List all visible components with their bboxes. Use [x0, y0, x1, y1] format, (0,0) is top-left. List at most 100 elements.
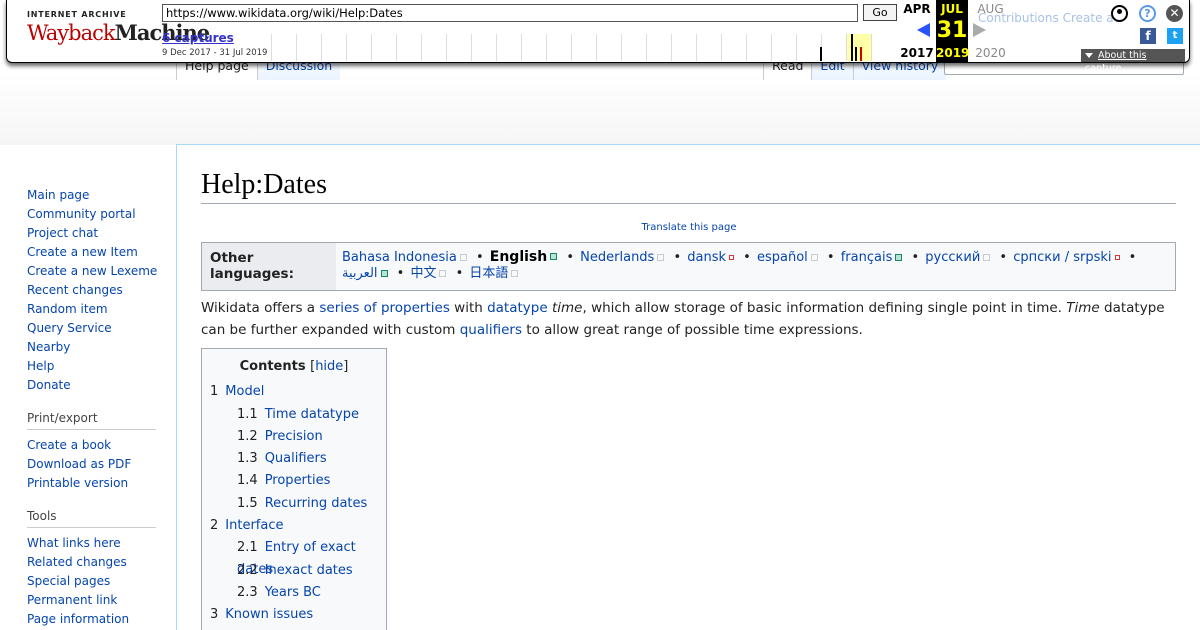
- prev-capture-arrow-icon[interactable]: [917, 23, 930, 37]
- toc-number: 1: [210, 384, 219, 399]
- toc-link[interactable]: Properties: [265, 473, 331, 488]
- sidebar-link[interactable]: Donate: [27, 378, 71, 392]
- toc-item[interactable]: 2.1 Entry of exact dates: [202, 537, 386, 577]
- sidebar-item-help: Help: [27, 357, 176, 376]
- toc-item[interactable]: 1.3 Qualifiers: [202, 448, 386, 470]
- qualifiers-link[interactable]: qualifiers: [460, 322, 522, 338]
- language-name: español: [756, 250, 808, 265]
- intro-emphasis: Time: [1066, 300, 1100, 316]
- sidebar-link[interactable]: Permanent link: [27, 593, 117, 607]
- toc-item[interactable]: 1.4 Properties: [202, 470, 386, 492]
- series-of-properties-link[interactable]: series of properties: [319, 300, 449, 316]
- translation-status-icon: [459, 253, 467, 261]
- close-icon[interactable]: ✕: [1166, 5, 1183, 22]
- sidebar-link[interactable]: Create a book: [27, 438, 111, 452]
- wayback-logo[interactable]: INTERNET ARCHIVE WaybackMachine: [27, 10, 210, 50]
- translation-status-icon: [983, 253, 991, 261]
- sidebar-link[interactable]: Special pages: [27, 574, 110, 588]
- sidebar-link[interactable]: Nearby: [27, 340, 70, 354]
- language-link-nederlands[interactable]: Nederlands: [580, 250, 667, 265]
- toc-item[interactable]: 1.5 Recurring dates: [202, 493, 386, 515]
- toc-hide-link[interactable]: hide: [315, 359, 343, 374]
- current-day: 31: [936, 18, 968, 43]
- toc-number: 2.1: [237, 540, 258, 556]
- toc-link[interactable]: Inexact dates: [265, 563, 353, 578]
- toc-item[interactable]: 1 Model: [202, 381, 386, 404]
- toc-link[interactable]: Recurring dates: [265, 496, 368, 511]
- language-link-bahasa-indonesia[interactable]: Bahasa Indonesia: [342, 250, 470, 265]
- bullet-separator: •: [1124, 250, 1137, 265]
- sidebar-link[interactable]: Help: [27, 359, 54, 373]
- facebook-icon[interactable]: f: [1140, 28, 1156, 44]
- toc-item[interactable]: 1.2 Precision: [202, 426, 386, 448]
- sidebar-print-export: Print/export Create a book Download as PD…: [27, 411, 176, 493]
- timeline-tick: [421, 34, 422, 61]
- language-link-item-10[interactable]: 日本語: [469, 266, 521, 281]
- sidebar-link[interactable]: Query Service: [27, 321, 112, 335]
- timeline-tick: [796, 34, 797, 61]
- sidebar-link[interactable]: Create a new Item: [27, 245, 138, 259]
- prev-capture-column[interactable]: APR 2017: [898, 0, 936, 63]
- help-icon[interactable]: ?: [1139, 5, 1156, 22]
- toc-link[interactable]: Precision: [265, 429, 323, 444]
- toc-link[interactable]: Years BC: [265, 585, 321, 600]
- go-button[interactable]: Go: [863, 4, 897, 21]
- toc-link[interactable]: Time datatype: [265, 407, 359, 422]
- language-name: русский: [925, 250, 981, 265]
- toc-link[interactable]: Interface: [225, 518, 283, 533]
- sidebar-link[interactable]: Download as PDF: [27, 457, 131, 471]
- language-name: français: [840, 250, 893, 265]
- language-name: Nederlands: [580, 250, 655, 265]
- sidebar-link[interactable]: Create a new Lexeme: [27, 264, 157, 278]
- sidebar-item-project-chat: Project chat: [27, 224, 176, 243]
- language-link-espa-ol[interactable]: español: [757, 250, 821, 265]
- table-of-contents: Contents [hide] 1 Model 1.1 Time datatype 1.…: [201, 348, 387, 630]
- toc-item[interactable]: 2.2 Inexact dates: [202, 560, 386, 582]
- toc-item[interactable]: 3 Known issues: [202, 604, 386, 627]
- toc-item[interactable]: 2.3 Years BC: [202, 582, 386, 604]
- toc-title: Contents [hide]: [202, 349, 386, 374]
- capture-sparkline[interactable]: [271, 34, 901, 61]
- language-link-english[interactable]: English: [490, 249, 560, 265]
- wayback-toolbar: INTERNET ARCHIVE WaybackMachine Go 6 cap…: [0, 0, 1200, 74]
- toc-item[interactable]: 1.1 Time datatype: [202, 404, 386, 426]
- sidebar-link[interactable]: Community portal: [27, 207, 136, 221]
- sidebar-link[interactable]: Main page: [27, 188, 89, 202]
- underlying-user-links: Contributions Create ac: [978, 11, 1121, 25]
- toc-link[interactable]: Known issues: [225, 607, 313, 622]
- sidebar-link[interactable]: Printable version: [27, 476, 128, 490]
- timeline-tick: [721, 34, 722, 61]
- language-link-item-9[interactable]: 中文: [410, 266, 449, 281]
- sidebar-link[interactable]: What links here: [27, 536, 121, 550]
- translate-page-link[interactable]: Translate this page: [642, 222, 737, 233]
- language-link-item-8[interactable]: العربية: [342, 266, 391, 281]
- sidebar-link[interactable]: Project chat: [27, 226, 98, 240]
- toc-link[interactable]: Model: [225, 384, 264, 399]
- language-link-dansk[interactable]: dansk: [687, 250, 737, 265]
- timeline-tick: [646, 34, 647, 61]
- sidebar-link[interactable]: Random item: [27, 302, 108, 316]
- twitter-icon[interactable]: t: [1167, 28, 1183, 44]
- toc-number: 2: [210, 517, 219, 533]
- user-icon[interactable]: [1111, 5, 1128, 22]
- captures-link[interactable]: 6 captures: [162, 31, 234, 45]
- sidebar-link[interactable]: Recent changes: [27, 283, 123, 297]
- about-this-capture-button[interactable]: About this capture: [1081, 49, 1185, 74]
- next-capture-column[interactable]: AUG 2020: [968, 0, 1013, 63]
- language-name: српски / srpski: [1013, 250, 1112, 265]
- intro-text: with: [449, 300, 488, 316]
- language-link-item-6[interactable]: русский: [925, 250, 993, 265]
- toc-link[interactable]: Qualifiers: [265, 451, 327, 466]
- sidebar-item-create-a-new-item: Create a new Item: [27, 243, 176, 262]
- next-capture-arrow-icon[interactable]: [973, 23, 986, 37]
- wayback-url-input[interactable]: [162, 4, 858, 22]
- sidebar-link[interactable]: Page information: [27, 612, 129, 626]
- sidebar-link[interactable]: Related changes: [27, 555, 127, 569]
- capture-calendar: APR 2017 JUL 31 2019 AUG 2020: [898, 0, 1025, 63]
- datatype-link[interactable]: datatype: [487, 300, 548, 316]
- language-link-fran-ais[interactable]: français: [841, 250, 906, 265]
- language-link-srpski[interactable]: српски / srpski: [1013, 250, 1122, 265]
- sidebar-item-donate: Donate: [27, 376, 176, 395]
- timeline-tick: [446, 34, 447, 61]
- toc-item[interactable]: 2 Interface: [202, 515, 386, 538]
